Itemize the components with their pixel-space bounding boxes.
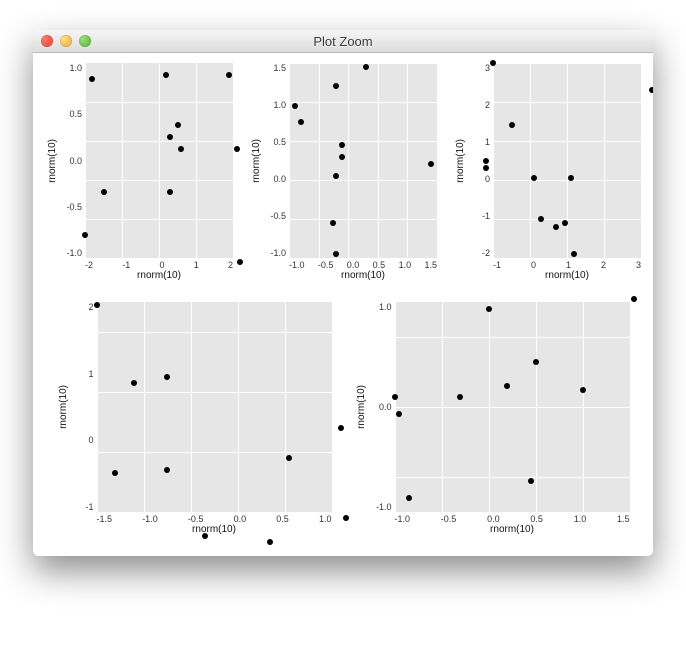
data-point	[528, 478, 534, 484]
x-axis-ticks: -1.0-0.50.00.51.01.5	[289, 258, 437, 270]
plot-panel	[289, 63, 437, 258]
data-point	[538, 216, 544, 222]
plot-cell: rnorm(10)1.00.0-1.0-1.0-0.50.00.51.01.5r…	[345, 302, 639, 538]
scatter-plot: rnorm(10)210-1-1.5-1.0-0.50.00.51.0rnorm…	[57, 302, 332, 538]
data-point	[164, 374, 170, 380]
plot-zoom-content: rnorm(10)1.00.50.0-0.5-1.0-2-1012rnorm(1…	[33, 53, 653, 556]
data-point	[292, 103, 298, 109]
data-point	[330, 220, 336, 226]
window: Plot Zoom rnorm(10)1.00.50.0-0.5-1.0-2-1…	[33, 30, 653, 556]
y-axis-ticks: 1.51.00.50.0-0.5-1.0	[263, 63, 289, 258]
data-point	[131, 380, 137, 386]
scatter-plot: rnorm(10)3210-1-2-10123rnorm(10)	[453, 63, 641, 284]
data-point	[428, 161, 434, 167]
data-point	[553, 224, 559, 230]
x-axis-ticks: -2-1012	[85, 258, 233, 270]
data-point	[178, 146, 184, 152]
y-axis-label: rnorm(10)	[47, 139, 58, 183]
data-point	[89, 76, 95, 82]
scatter-plot: rnorm(10)1.00.50.0-0.5-1.0-2-1012rnorm(1…	[45, 63, 233, 284]
plot-cell: rnorm(10)210-1-1.5-1.0-0.50.00.51.0rnorm…	[47, 302, 341, 538]
data-point	[202, 533, 208, 539]
x-axis-label: rnorm(10)	[289, 270, 437, 284]
data-point	[531, 175, 537, 181]
data-point	[486, 306, 492, 312]
data-point	[164, 467, 170, 473]
y-axis-label: rnorm(10)	[356, 385, 367, 429]
data-point	[490, 60, 496, 66]
x-axis-label: rnorm(10)	[493, 270, 641, 284]
y-axis-label: rnorm(10)	[58, 385, 69, 429]
data-point	[167, 134, 173, 140]
data-point	[631, 296, 637, 302]
data-point	[338, 425, 344, 431]
data-point	[649, 87, 653, 93]
y-axis-ticks: 1.00.0-1.0	[369, 302, 395, 512]
data-point	[333, 173, 339, 179]
data-point	[562, 220, 568, 226]
plot-panel	[85, 63, 233, 258]
y-axis-label: rnorm(10)	[455, 139, 466, 183]
x-axis-ticks: -10123	[493, 258, 641, 270]
data-point	[504, 383, 510, 389]
data-point	[568, 175, 574, 181]
plot-panel	[493, 63, 641, 258]
plot-panel	[97, 302, 332, 512]
y-axis-ticks: 210-1	[71, 302, 97, 512]
data-point	[82, 232, 88, 238]
data-point	[339, 142, 345, 148]
data-point	[343, 515, 349, 521]
x-axis-ticks: -1.5-1.0-0.50.00.51.0	[97, 512, 332, 524]
y-axis-label: rnorm(10)	[251, 139, 262, 183]
data-point	[234, 146, 240, 152]
data-point	[112, 470, 118, 476]
x-axis-label: rnorm(10)	[85, 270, 233, 284]
data-point	[333, 83, 339, 89]
data-point	[339, 154, 345, 160]
data-point	[406, 495, 412, 501]
data-point	[483, 158, 489, 164]
plot-panel	[395, 302, 630, 512]
y-axis-ticks: 3210-1-2	[467, 63, 493, 258]
data-point	[396, 411, 402, 417]
data-point	[457, 394, 463, 400]
data-point	[226, 72, 232, 78]
data-point	[333, 251, 339, 257]
data-point	[101, 189, 107, 195]
data-point	[580, 387, 586, 393]
titlebar[interactable]: Plot Zoom	[33, 30, 653, 53]
data-point	[298, 119, 304, 125]
x-axis-ticks: -1.0-0.50.00.51.01.5	[395, 512, 630, 524]
data-point	[267, 539, 273, 545]
data-point	[163, 72, 169, 78]
window-title: Plot Zoom	[33, 34, 653, 49]
data-point	[392, 394, 398, 400]
data-point	[167, 189, 173, 195]
data-point	[483, 165, 489, 171]
scatter-plot: rnorm(10)1.51.00.50.0-0.5-1.0-1.0-0.50.0…	[249, 63, 437, 284]
x-axis-label: rnorm(10)	[395, 524, 630, 538]
plot-cell: rnorm(10)1.00.50.0-0.5-1.0-2-1012rnorm(1…	[39, 63, 239, 284]
plot-cell: rnorm(10)3210-1-2-10123rnorm(10)	[447, 63, 647, 284]
data-point	[509, 122, 515, 128]
plot-cell: rnorm(10)1.51.00.50.0-0.5-1.0-1.0-0.50.0…	[243, 63, 443, 284]
y-axis-ticks: 1.00.50.0-0.5-1.0	[59, 63, 85, 258]
data-point	[571, 251, 577, 257]
data-point	[286, 455, 292, 461]
data-point	[237, 259, 243, 265]
x-axis-label: rnorm(10)	[97, 524, 332, 538]
data-point	[363, 64, 369, 70]
data-point	[94, 302, 100, 308]
data-point	[175, 122, 181, 128]
data-point	[533, 359, 539, 365]
scatter-plot: rnorm(10)1.00.0-1.0-1.0-0.50.00.51.01.5r…	[355, 302, 630, 538]
